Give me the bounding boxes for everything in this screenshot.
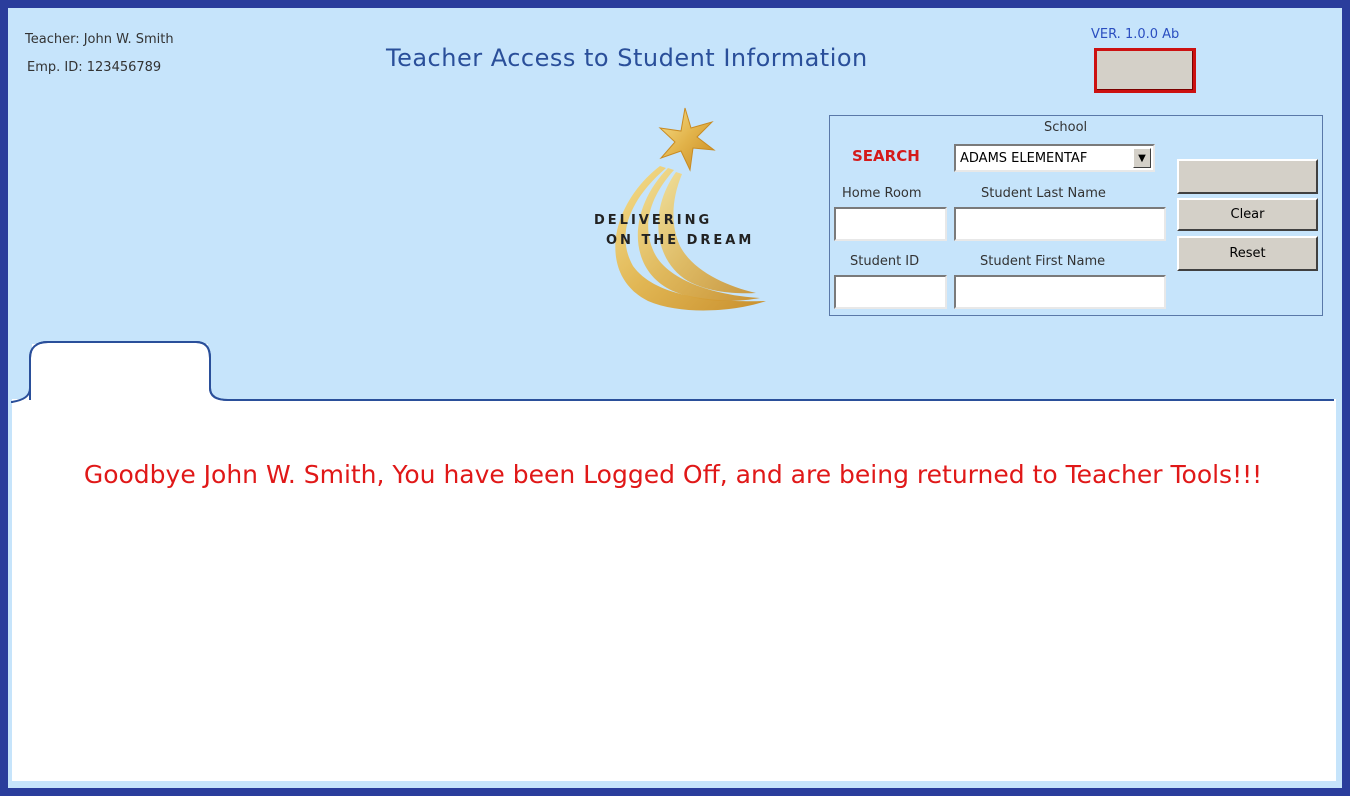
page-title: Teacher Access to Student Information xyxy=(386,44,868,72)
first-name-label: Student First Name xyxy=(980,254,1106,269)
student-id-input[interactable] xyxy=(834,275,947,309)
school-select[interactable]: ADAMS ELEMENTAF ▼ xyxy=(954,144,1155,172)
tab-folder xyxy=(11,341,1334,403)
tab-blank[interactable] xyxy=(32,344,202,396)
clear-button[interactable]: Clear xyxy=(1177,198,1318,231)
employee-id: Emp. ID: 123456789 xyxy=(27,60,162,75)
content-area xyxy=(12,399,1336,781)
search-label: SEARCH xyxy=(852,147,920,165)
school-select-value: ADAMS ELEMENTAF xyxy=(960,150,1088,166)
home-room-input[interactable] xyxy=(834,207,947,241)
logo-text-line1: DELIVERING xyxy=(594,213,713,228)
student-id-label: Student ID xyxy=(850,254,920,269)
logoff-message: Goodbye John W. Smith, You have been Log… xyxy=(83,460,1263,489)
teacher-name: Teacher: John W. Smith xyxy=(25,32,174,47)
school-label: School xyxy=(1044,120,1088,135)
first-name-input[interactable] xyxy=(954,275,1166,309)
chevron-down-icon[interactable]: ▼ xyxy=(1133,148,1151,168)
search-button[interactable] xyxy=(1177,159,1318,194)
status-button[interactable] xyxy=(1094,48,1196,93)
logo-text-line2: ON THE DREAM xyxy=(606,233,755,248)
version-label: VER. 1.0.0 Ab xyxy=(1091,27,1180,42)
last-name-input[interactable] xyxy=(954,207,1166,241)
last-name-label: Student Last Name xyxy=(981,186,1106,201)
reset-button[interactable]: Reset xyxy=(1177,236,1318,271)
shooting-star-icon xyxy=(615,107,766,311)
home-room-label: Home Room xyxy=(842,186,922,201)
